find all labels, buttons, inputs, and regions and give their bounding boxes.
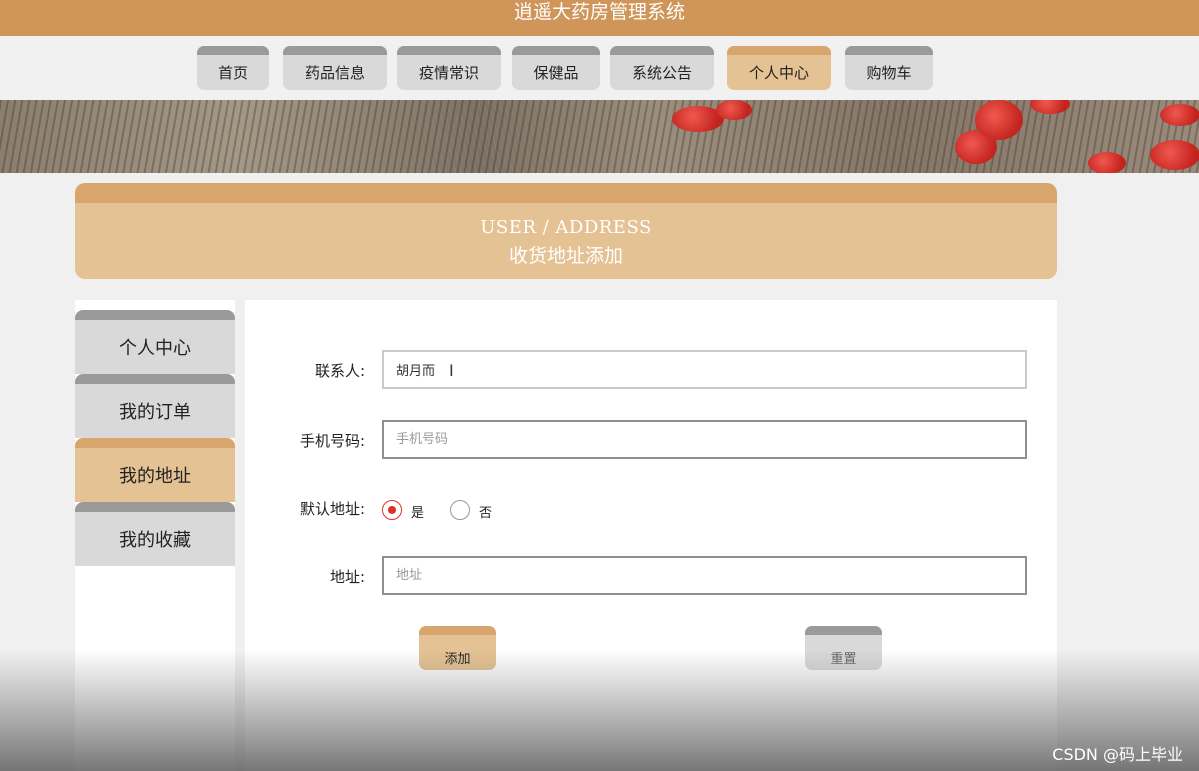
address-form: 联系人: 手机号码: 默认地址: 是 否 地址: 添加 重置 — [245, 300, 1057, 771]
reset-button[interactable]: 重置 — [805, 626, 882, 670]
address-input[interactable] — [382, 556, 1027, 595]
nav-drug-info[interactable]: 药品信息 — [283, 46, 387, 90]
section-title-cn: 收货地址添加 — [508, 245, 623, 267]
app-title-bar: 逍遥大药房管理系统 — [0, 0, 1199, 36]
nav-personal-center[interactable]: 个人中心 — [727, 46, 831, 90]
sidebar: 个人中心 我的订单 我的地址 我的收藏 — [75, 300, 235, 771]
text-cursor-icon: I — [449, 361, 454, 380]
top-nav: 首页 药品信息 疫情常识 保健品 系统公告 个人中心 购物车 — [0, 36, 1199, 100]
watermark: CSDN @码上毕业 — [1052, 745, 1183, 764]
header-banner-image — [0, 100, 1199, 173]
nav-announcements[interactable]: 系统公告 — [610, 46, 714, 90]
contact-label: 联系人: — [314, 362, 365, 380]
sidebar-item-my-favorites[interactable]: 我的收藏 — [75, 502, 235, 566]
default-yes-label: 是 — [411, 506, 425, 521]
nav-epidemic-knowledge[interactable]: 疫情常识 — [397, 46, 501, 90]
app-title: 逍遥大药房管理系统 — [513, 1, 685, 23]
default-no-label: 否 — [479, 506, 493, 521]
phone-input[interactable] — [382, 420, 1027, 459]
default-address-label: 默认地址: — [299, 500, 365, 518]
default-yes-radio[interactable] — [382, 500, 402, 520]
add-button[interactable]: 添加 — [419, 626, 496, 670]
sidebar-item-my-address[interactable]: 我的地址 — [75, 438, 235, 502]
nav-home[interactable]: 首页 — [197, 46, 269, 90]
sidebar-item-my-orders[interactable]: 我的订单 — [75, 374, 235, 438]
address-label: 地址: — [329, 568, 365, 586]
nav-health-products[interactable]: 保健品 — [512, 46, 600, 90]
section-header: USER / ADDRESS 收货地址添加 — [75, 183, 1057, 279]
contact-input[interactable] — [382, 350, 1027, 389]
default-no-radio[interactable] — [450, 500, 470, 520]
nav-cart[interactable]: 购物车 — [845, 46, 933, 90]
sidebar-item-personal-center[interactable]: 个人中心 — [75, 310, 235, 374]
section-title-en: USER / ADDRESS — [480, 217, 652, 238]
phone-label: 手机号码: — [299, 432, 365, 450]
